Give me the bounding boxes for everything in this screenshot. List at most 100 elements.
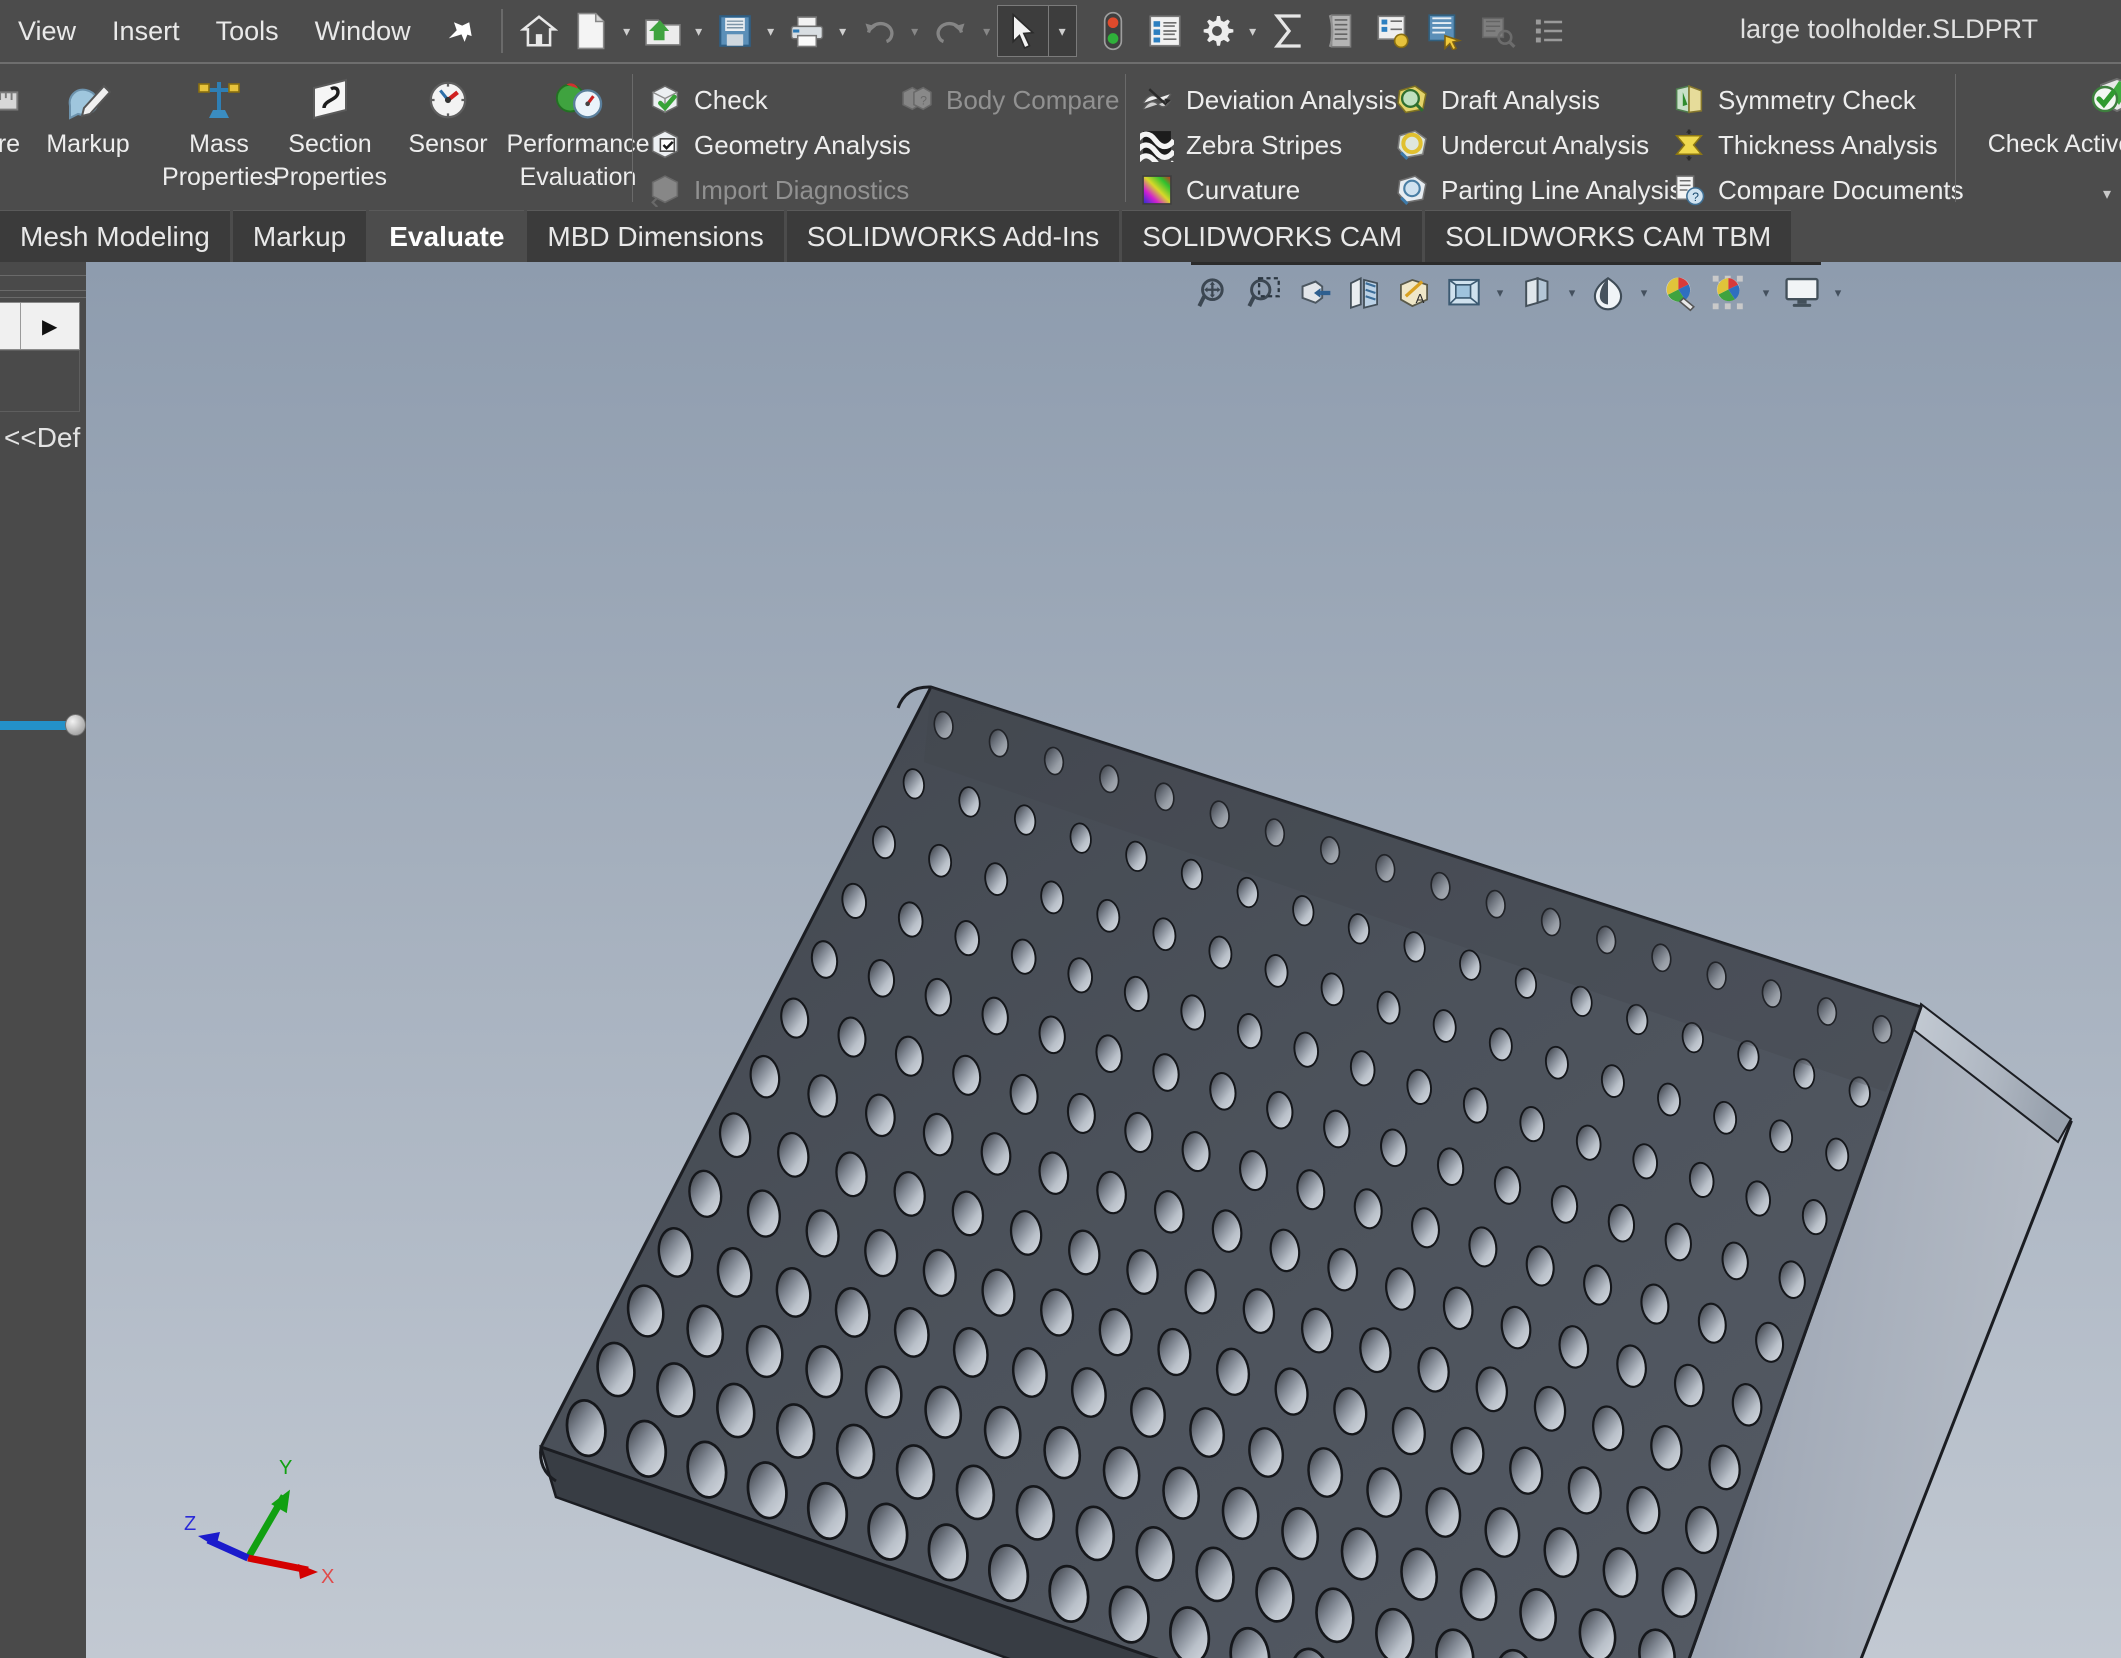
menu-tools[interactable]: Tools: [198, 12, 297, 51]
display-style-caret-icon[interactable]: ▾: [1491, 267, 1509, 319]
nav-back-button[interactable]: ◀: [0, 303, 21, 349]
tab-solidworks-add-ins[interactable]: SOLIDWORKS Add-Ins: [786, 210, 1120, 262]
draft-analysis-button[interactable]: Draft Analysis: [1395, 78, 1608, 122]
performance-evaluation-label: Performance Evaluation: [506, 130, 650, 191]
section-view-icon: [1350, 276, 1378, 309]
new-document-icon[interactable]: [565, 5, 617, 57]
tab-solidworks-cam[interactable]: SOLIDWORKS CAM: [1122, 210, 1423, 262]
check-button[interactable]: Check: [648, 78, 776, 122]
zoom-to-area-button[interactable]: [1241, 267, 1287, 319]
check-active-button[interactable]: Check Active: [1960, 70, 2121, 210]
hide-show-items-caret-icon[interactable]: ▾: [1563, 267, 1581, 319]
open-folder-caret-icon[interactable]: ▾: [689, 5, 709, 57]
performance-evaluation-button[interactable]: Performance Evaluation: [490, 70, 666, 210]
edit-appearance-button[interactable]: [1585, 267, 1631, 319]
edit-appearance-caret-icon[interactable]: ▾: [1635, 267, 1653, 319]
deviation-analysis-label: Deviation Analysis: [1186, 84, 1397, 115]
parting-line-analysis-button[interactable]: Parting Line Analysis: [1395, 168, 1690, 212]
nav-forward-button[interactable]: ▶: [20, 303, 79, 349]
section-view-button[interactable]: [1341, 267, 1387, 319]
markup-icon: [64, 76, 112, 124]
section-properties-button[interactable]: Section Properties: [250, 70, 410, 210]
menu-insert[interactable]: Insert: [94, 12, 198, 51]
design-table-icon[interactable]: [1315, 5, 1367, 57]
previous-view-icon: [1301, 280, 1331, 304]
symmetry-check-button[interactable]: Symmetry Check: [1672, 78, 1924, 122]
menu-window[interactable]: Window: [297, 12, 429, 51]
apply-scene-button[interactable]: [1657, 267, 1703, 319]
markup-button[interactable]: Markup: [22, 70, 154, 210]
undercut-analysis-label: Undercut Analysis: [1441, 129, 1650, 160]
tab-mesh-modeling[interactable]: Mesh Modeling: [0, 210, 230, 262]
options-gear-caret-icon[interactable]: ▾: [1243, 5, 1263, 57]
parting-line-analysis-label: Parting Line Analysis: [1441, 174, 1683, 205]
hide-show-items-button[interactable]: [1513, 267, 1559, 319]
deviation-analysis-button[interactable]: Deviation Analysis: [1140, 78, 1405, 122]
body-compare-button: ? Body Compare: [900, 78, 1127, 122]
draft-analysis-icon: [1395, 83, 1429, 117]
triad-y-label: Y: [279, 1457, 292, 1479]
open-folder-icon[interactable]: [637, 5, 689, 57]
zebra-stripes-button[interactable]: Zebra Stripes: [1140, 123, 1350, 167]
panel-splitter-handle[interactable]: [0, 702, 86, 748]
redo-icon: [925, 5, 977, 57]
print-caret-icon[interactable]: ▾: [833, 5, 853, 57]
tab-mbd-dimensions[interactable]: MBD Dimensions: [527, 210, 784, 262]
view-orientation-button[interactable]: A: [1391, 267, 1437, 319]
parting-line-analysis-icon: [1395, 173, 1429, 207]
view-settings-caret-icon[interactable]: ▾: [1757, 267, 1775, 319]
section-properties-icon: [306, 76, 354, 124]
select-arrow-icon[interactable]: [996, 5, 1049, 57]
menu-view[interactable]: View: [0, 12, 94, 51]
zebra-stripes-icon: [1140, 128, 1174, 162]
save-icon[interactable]: [709, 5, 761, 57]
ribbon-expand-chevron-down-icon[interactable]: ▾: [2103, 184, 2111, 204]
thickness-analysis-icon: [1672, 128, 1706, 162]
sum-sigma-icon[interactable]: [1263, 5, 1315, 57]
save-caret-icon[interactable]: ▾: [761, 5, 781, 57]
performance-evaluation-icon: [553, 76, 603, 124]
file-properties-icon[interactable]: [1139, 5, 1191, 57]
list-view-icon[interactable]: [1523, 5, 1575, 57]
thickness-analysis-button[interactable]: Thickness Analysis: [1672, 123, 1946, 167]
view-settings-button[interactable]: [1707, 267, 1753, 319]
panel-strip-top: [0, 262, 86, 276]
import-diagnostics-button: Import Diagnostics: [648, 168, 917, 212]
configurations-icon[interactable]: [1367, 5, 1419, 57]
pushpin-icon[interactable]: [426, 1, 494, 61]
new-document-caret-icon[interactable]: ▾: [617, 5, 637, 57]
display-style-button[interactable]: [1441, 267, 1487, 319]
curvature-button[interactable]: Curvature: [1140, 168, 1308, 212]
compare-documents-button[interactable]: ? Compare Documents: [1672, 168, 1972, 212]
markup-label: Markup: [46, 130, 130, 158]
rebuild-traffic-light-icon[interactable]: [1087, 5, 1139, 57]
geometry-analysis-button[interactable]: Geometry Analysis: [648, 123, 919, 167]
svg-text:?: ?: [1692, 190, 1699, 204]
tab-solidworks-cam-tbm[interactable]: SOLIDWORKS CAM TBM: [1425, 210, 1792, 262]
curvature-icon: [1140, 173, 1174, 207]
display-monitor-caret-icon[interactable]: ▾: [1829, 267, 1847, 319]
measure-label: ure: [0, 130, 21, 158]
options-gear-icon[interactable]: [1191, 5, 1243, 57]
zoom-to-fit-button[interactable]: [1191, 267, 1237, 319]
tab-markup[interactable]: Markup: [232, 210, 367, 262]
tab-evaluate[interactable]: Evaluate: [369, 210, 525, 262]
print-icon[interactable]: [781, 5, 833, 57]
check-label: Check: [694, 84, 768, 115]
feature-tree-label: <<Def: [4, 422, 81, 453]
previous-view-button[interactable]: [1291, 267, 1337, 319]
select-arrow-caret-icon[interactable]: ▾: [1048, 5, 1077, 57]
custom-properties-icon[interactable]: [1419, 5, 1471, 57]
triad-z-label: Z: [184, 1513, 196, 1535]
feature-manager-panel: ◀ ▶ <<Def: [0, 262, 86, 1658]
graphics-viewport[interactable]: A ▾ ▾ ▾ ▾ ▾ Y X Z: [86, 262, 2121, 1658]
ribbon-tab-bar: Mesh Modeling Markup Evaluate MBD Dimens…: [0, 210, 2121, 262]
symmetry-check-icon: [1672, 83, 1706, 117]
svg-text:?: ?: [920, 94, 927, 108]
sensor-label: Sensor: [408, 130, 488, 158]
undercut-analysis-button[interactable]: Undercut Analysis: [1395, 123, 1657, 167]
splitter-knob-icon[interactable]: [65, 714, 86, 736]
feature-tree-box: [0, 350, 80, 412]
display-monitor-button[interactable]: [1779, 267, 1825, 319]
home-icon[interactable]: [513, 5, 565, 57]
